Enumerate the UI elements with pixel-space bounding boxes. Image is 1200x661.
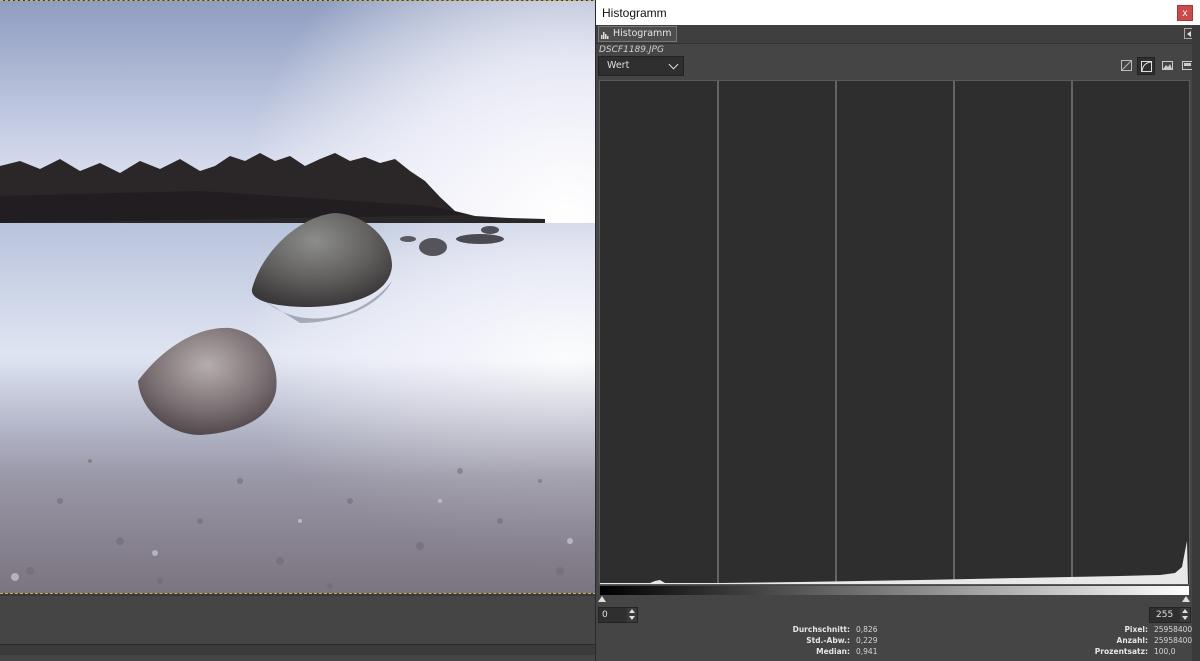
percent-value: 100,0 bbox=[1154, 647, 1176, 656]
linear-scale-icon bbox=[1121, 60, 1132, 71]
median-label: Median: bbox=[816, 647, 850, 656]
pixels-value: 25958400 bbox=[1154, 625, 1193, 634]
tab-label: Histogramm bbox=[613, 28, 672, 39]
dialog-title: Histogramm bbox=[602, 6, 667, 20]
chevron-down-icon bbox=[668, 59, 679, 70]
image-canvas-area bbox=[0, 0, 596, 661]
image-view-icon bbox=[1162, 61, 1173, 70]
median-value: 0,941 bbox=[856, 647, 878, 656]
tab-histogram[interactable]: Histogramm bbox=[598, 26, 677, 42]
image-view-button[interactable] bbox=[1159, 57, 1177, 75]
histogram-icon bbox=[601, 31, 609, 39]
value-gradient-bar bbox=[600, 586, 1189, 595]
log-scale-icon bbox=[1141, 61, 1152, 72]
stddev-value: 0,229 bbox=[856, 636, 878, 645]
range-low-handle[interactable] bbox=[598, 596, 606, 602]
image-filename: DSCF1189.JPG bbox=[599, 45, 664, 55]
histogram-graph bbox=[600, 81, 1188, 584]
percent-label: Prozentsatz: bbox=[1094, 647, 1148, 656]
count-value: 25958400 bbox=[1154, 636, 1193, 645]
pixels-label: Pixel: bbox=[1124, 625, 1148, 634]
close-button[interactable]: x bbox=[1177, 5, 1193, 21]
histogram-dialog: Histogramm x Histogramm DSCF1189.JPG Wer… bbox=[595, 0, 1200, 661]
range-slider[interactable] bbox=[598, 596, 1190, 604]
stats-right: Pixel: 25958400 Anzahl: 25958400 Prozentsa… bbox=[1066, 624, 1192, 657]
stats-left: Durchschnitt: 0,826 Std.-Abw.: 0,229 Media… bbox=[766, 624, 878, 657]
range-low-input[interactable]: 0 bbox=[598, 607, 638, 623]
stddev-label: Std.-Abw.: bbox=[806, 636, 850, 645]
image-canvas[interactable] bbox=[0, 0, 596, 594]
mean-value: 0,826 bbox=[856, 625, 878, 634]
right-dock-edge bbox=[1192, 25, 1200, 661]
channel-value: Wert bbox=[607, 60, 630, 71]
log-scale-button[interactable] bbox=[1137, 57, 1155, 75]
canvas-scrollbar[interactable] bbox=[0, 644, 596, 655]
dock-tab-bar: Histogramm bbox=[596, 25, 1200, 44]
canvas-status-area bbox=[0, 596, 596, 661]
close-icon: x bbox=[1182, 8, 1188, 19]
range-high-handle[interactable] bbox=[1182, 596, 1190, 602]
mean-label: Durchschnitt: bbox=[792, 625, 850, 634]
channel-select[interactable]: Wert bbox=[598, 56, 684, 76]
range-high-value: 255 bbox=[1156, 610, 1174, 620]
range-high-stepper[interactable] bbox=[1180, 608, 1190, 622]
range-low-stepper[interactable] bbox=[627, 608, 637, 622]
histogram-curve bbox=[600, 541, 1188, 584]
range-high-input[interactable]: 255 bbox=[1149, 607, 1191, 623]
range-low-value: 0 bbox=[602, 610, 608, 620]
histogram-plot[interactable] bbox=[599, 80, 1190, 585]
dialog-titlebar[interactable]: Histogramm x bbox=[596, 0, 1200, 25]
linear-scale-button[interactable] bbox=[1118, 57, 1136, 75]
count-label: Anzahl: bbox=[1116, 636, 1148, 645]
photo-lake-rocks bbox=[0, 1, 596, 593]
